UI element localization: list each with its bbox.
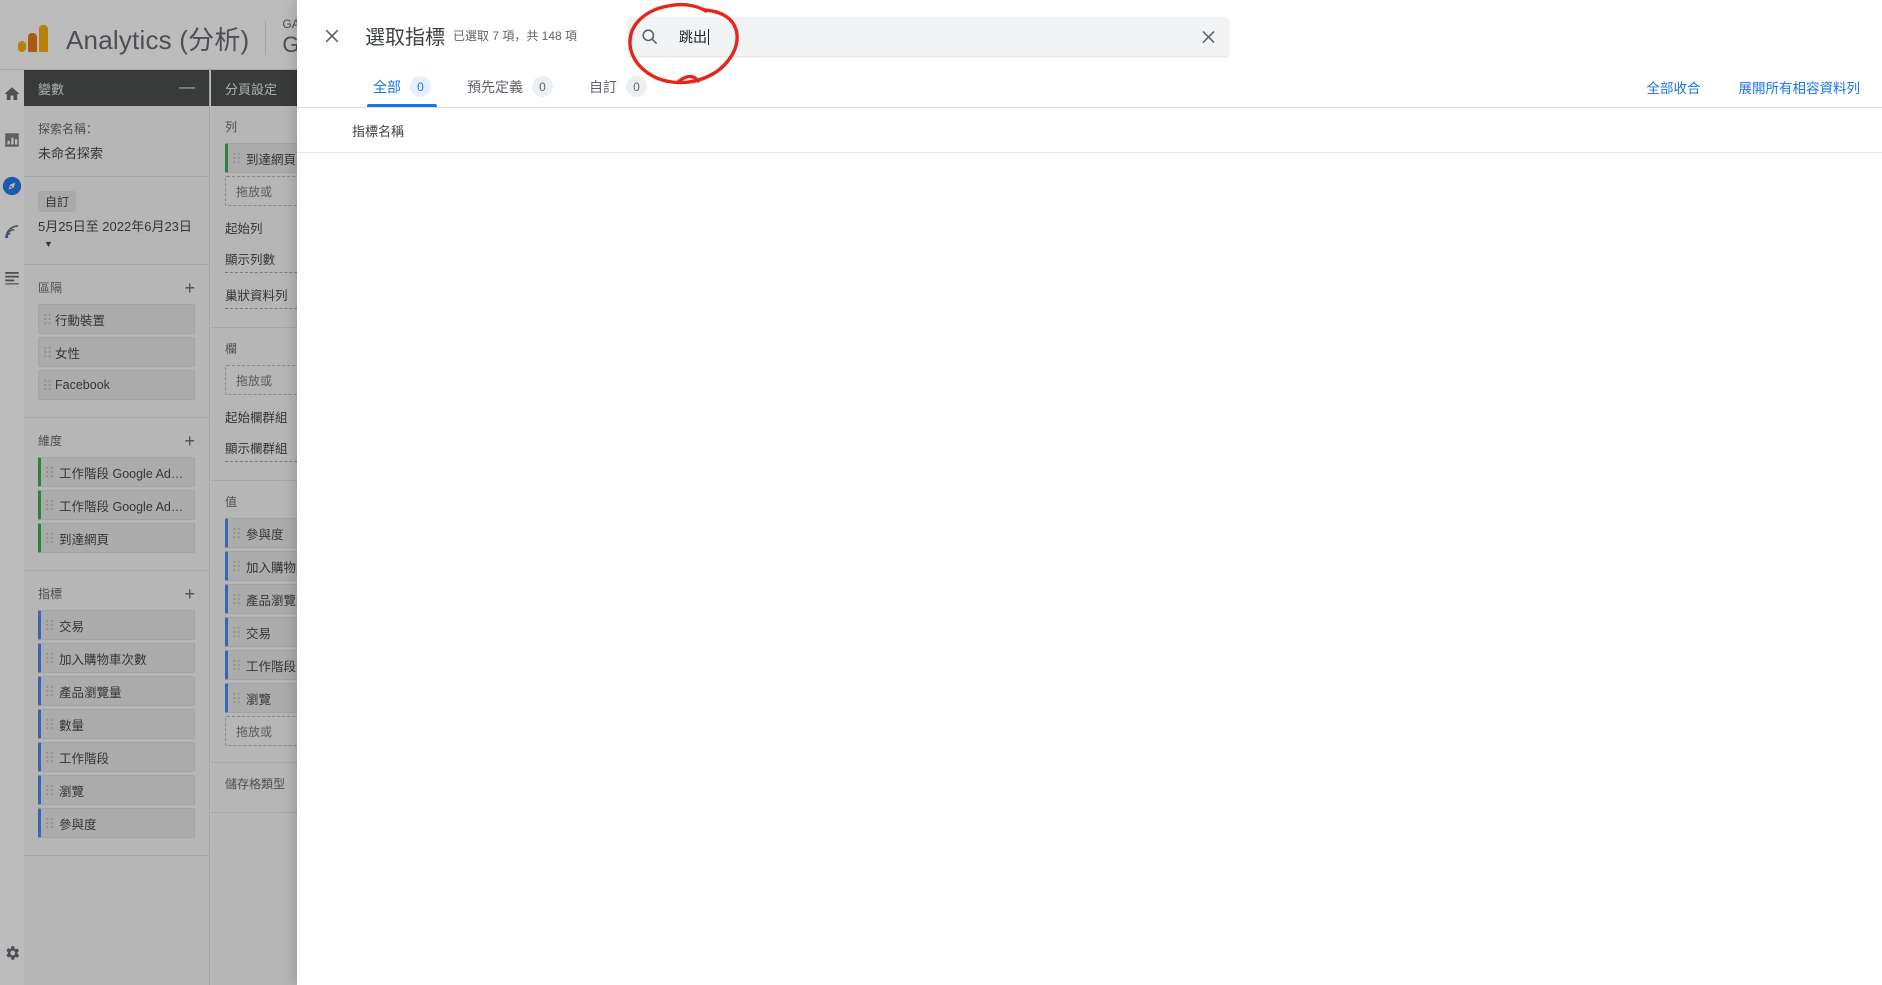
- tab-custom[interactable]: 自訂 0: [571, 76, 665, 107]
- expand-compatible-rows-link[interactable]: 展開所有相容資料列: [1739, 77, 1861, 97]
- tab-predefined[interactable]: 預先定義 0: [449, 76, 571, 107]
- close-icon[interactable]: [315, 19, 349, 53]
- tab-custom-count: 0: [626, 76, 647, 97]
- tab-all-label: 全部: [373, 78, 401, 95]
- tab-custom-label: 自訂: [589, 78, 617, 95]
- search-input-value: 跳出: [679, 27, 709, 47]
- metric-results-list: [297, 153, 1882, 253]
- tab-all-count: 0: [410, 76, 431, 97]
- tab-all[interactable]: 全部 0: [355, 76, 449, 107]
- text-cursor: [708, 28, 709, 45]
- metric-name-column-header: 指標名稱: [352, 124, 405, 139]
- dialog-subtitle: 已選取 7 項，共 148 項: [453, 29, 578, 43]
- select-metric-dialog: 選取指標 已選取 7 項，共 148 項 跳出 全部 0 預先定義 0 自訂 0…: [297, 0, 1882, 985]
- search-value-text: 跳出: [679, 28, 707, 45]
- collapse-all-link[interactable]: 全部收合: [1647, 77, 1701, 97]
- dialog-header-links: 全部收合 展開所有相容資料列: [1647, 77, 1861, 97]
- search-input[interactable]: 跳出: [628, 17, 1228, 56]
- tab-predefined-count: 0: [532, 76, 553, 97]
- dialog-header: 選取指標 已選取 7 項，共 148 項 跳出: [297, 0, 1882, 71]
- dialog-tabs: 全部 0 預先定義 0 自訂 0 全部收合 展開所有相容資料列: [297, 71, 1882, 107]
- search-icon: [640, 27, 659, 46]
- dialog-title: 選取指標: [365, 27, 445, 49]
- clear-search-icon[interactable]: [1199, 27, 1218, 46]
- tab-predefined-label: 預先定義: [467, 78, 523, 95]
